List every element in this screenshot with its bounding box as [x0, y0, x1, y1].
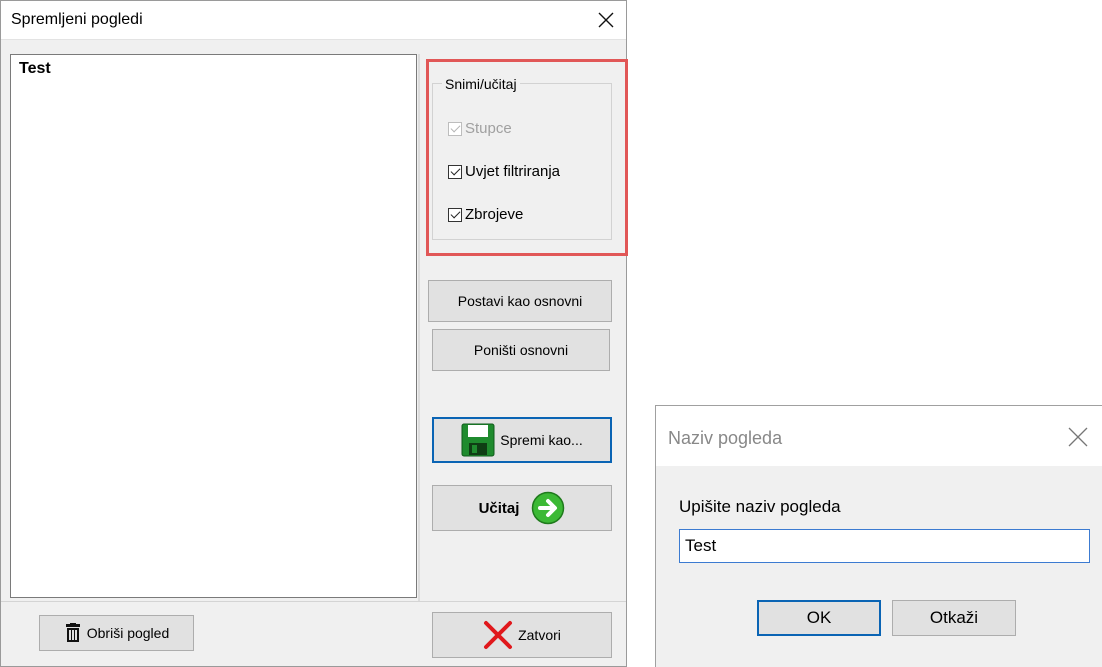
checkbox-label: Zbrojeve [465, 206, 524, 223]
close-icon[interactable] [586, 5, 626, 35]
delete-view-button[interactable]: Obriši pogled [39, 615, 194, 651]
title-bar: Naziv pogleda [656, 406, 1102, 466]
button-label: Spremi kao... [500, 432, 583, 448]
list-item[interactable]: Test [11, 55, 416, 78]
checkbox-box[interactable] [448, 207, 462, 222]
checkbox-box[interactable] [448, 121, 462, 136]
green-arrow-right-icon [532, 491, 565, 525]
prompt-label: Upišite naziv pogleda [679, 497, 841, 516]
button-label: Postavi kao osnovni [457, 293, 583, 309]
trash-can-icon [65, 623, 80, 642]
checkbox-filter-condition[interactable]: Uvjet filtriranja [448, 163, 560, 180]
cancel-button[interactable]: Otkaži [892, 600, 1016, 636]
red-x-icon [484, 621, 513, 649]
dialog-title: Spremljeni pogledi [11, 11, 143, 28]
floppy-disk-icon [461, 423, 495, 457]
load-button[interactable]: Učitaj [432, 485, 612, 531]
view-name-input[interactable] [679, 529, 1090, 563]
views-list[interactable]: Test [10, 54, 417, 598]
button-label: Obriši pogled [86, 625, 170, 641]
button-label: Otkaži [929, 608, 979, 627]
groupbox-label: Snimi/učitaj [442, 76, 520, 92]
checkbox-label: Uvjet filtriranja [465, 163, 561, 180]
save-as-button[interactable]: Spremi kao... [432, 417, 612, 463]
title-bar: Spremljeni pogledi [1, 1, 626, 40]
reset-default-button[interactable]: Poništi osnovni [432, 329, 610, 371]
checkbox-label: Stupce [465, 120, 512, 137]
dialog-title: Naziv pogleda [668, 428, 783, 448]
button-label: Zatvori [518, 627, 561, 643]
saved-views-dialog: Spremljeni pogledi Test Snimi/učitaj Stu… [0, 0, 628, 667]
close-button[interactable]: Zatvori [432, 612, 612, 658]
checkbox-totals[interactable]: Zbrojeve [448, 206, 523, 223]
button-label: Poništi osnovni [473, 342, 569, 358]
divider [418, 54, 420, 601]
checkbox-box[interactable] [448, 164, 462, 179]
button-label: OK [806, 608, 832, 627]
button-label: Učitaj [478, 499, 520, 517]
footer-divider [1, 601, 626, 602]
view-name-dialog: Naziv pogleda Upišite naziv pogleda OK O… [655, 405, 1102, 667]
ok-button[interactable]: OK [757, 600, 881, 636]
set-default-button[interactable]: Postavi kao osnovni [428, 280, 612, 322]
checkbox-columns[interactable]: Stupce [448, 120, 512, 137]
close-icon[interactable] [1058, 422, 1098, 452]
